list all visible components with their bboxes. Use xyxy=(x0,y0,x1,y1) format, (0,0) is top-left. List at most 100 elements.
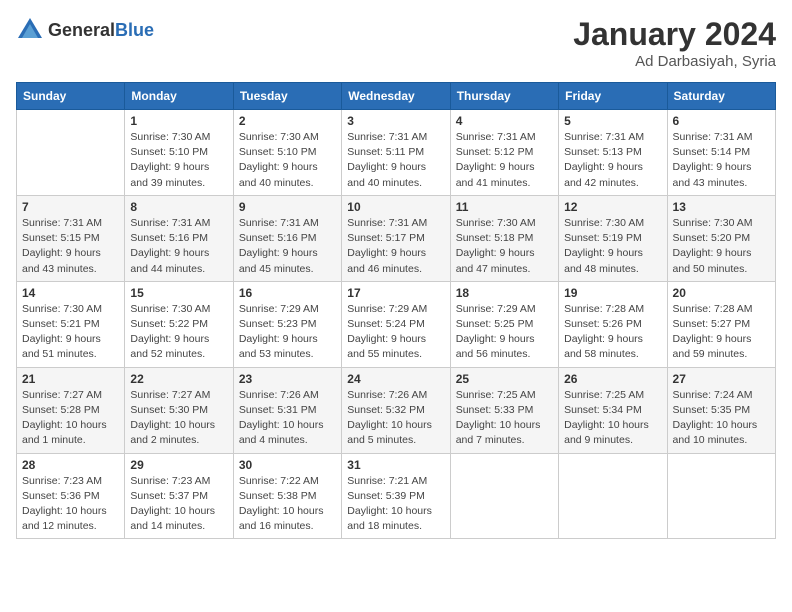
day-number: 24 xyxy=(347,372,444,386)
calendar-cell: 4 Sunrise: 7:31 AM Sunset: 5:12 PM Daylig… xyxy=(450,110,558,196)
month-title: January 2024 xyxy=(573,16,776,53)
calendar-cell xyxy=(17,110,125,196)
calendar-day-header: Sunday xyxy=(17,83,125,110)
calendar-cell: 6 Sunrise: 7:31 AM Sunset: 5:14 PM Daylig… xyxy=(667,110,775,196)
calendar-table: SundayMondayTuesdayWednesdayThursdayFrid… xyxy=(16,82,776,539)
calendar-cell: 8Sunrise: 7:31 AM Sunset: 5:16 PM Daylig… xyxy=(125,195,233,281)
calendar-cell: 27Sunrise: 7:24 AM Sunset: 5:35 PM Dayli… xyxy=(667,367,775,453)
day-info: Sunrise: 7:31 AM Sunset: 5:12 PM Dayligh… xyxy=(456,130,553,191)
day-info: Sunrise: 7:29 AM Sunset: 5:25 PM Dayligh… xyxy=(456,302,553,363)
day-number: 7 xyxy=(22,200,119,214)
day-number: 26 xyxy=(564,372,661,386)
calendar-body: 1Sunrise: 7:30 AM Sunset: 5:10 PM Daylig… xyxy=(17,110,776,539)
calendar-cell: 15Sunrise: 7:30 AM Sunset: 5:22 PM Dayli… xyxy=(125,281,233,367)
logo-text-blue: Blue xyxy=(115,20,154,40)
day-info: Sunrise: 7:30 AM Sunset: 5:21 PM Dayligh… xyxy=(22,302,119,363)
calendar-day-header: Tuesday xyxy=(233,83,341,110)
calendar-cell: 2 Sunrise: 7:30 AM Sunset: 5:10 PM Daylig… xyxy=(233,110,341,196)
calendar-day-header: Saturday xyxy=(667,83,775,110)
calendar-cell xyxy=(667,453,775,539)
day-number: 13 xyxy=(673,200,770,214)
calendar-cell: 19 Sunrise: 7:28 AM Sunset: 5:26 PM Dayli… xyxy=(559,281,667,367)
calendar-day-header: Friday xyxy=(559,83,667,110)
day-number: 19 xyxy=(564,286,661,300)
calendar-cell: 31 Sunrise: 7:21 AM Sunset: 5:39 PM Dayli… xyxy=(342,453,450,539)
day-info: Sunrise: 7:27 AM Sunset: 5:28 PM Dayligh… xyxy=(22,388,119,449)
day-info: Sunrise: 7:28 AM Sunset: 5:26 PM Dayligh… xyxy=(564,302,661,363)
calendar-cell: 1Sunrise: 7:30 AM Sunset: 5:10 PM Daylig… xyxy=(125,110,233,196)
day-number: 21 xyxy=(22,372,119,386)
day-number: 31 xyxy=(347,458,444,472)
calendar-cell: 13Sunrise: 7:30 AM Sunset: 5:20 PM Dayli… xyxy=(667,195,775,281)
day-number: 10 xyxy=(347,200,444,214)
day-info: Sunrise: 7:31 AM Sunset: 5:14 PM Dayligh… xyxy=(673,130,770,191)
calendar-cell: 9 Sunrise: 7:31 AM Sunset: 5:16 PM Daylig… xyxy=(233,195,341,281)
day-number: 4 xyxy=(456,114,553,128)
day-info: Sunrise: 7:22 AM Sunset: 5:38 PM Dayligh… xyxy=(239,474,336,535)
calendar-cell: 10Sunrise: 7:31 AM Sunset: 5:17 PM Dayli… xyxy=(342,195,450,281)
calendar-cell: 12 Sunrise: 7:30 AM Sunset: 5:19 PM Dayli… xyxy=(559,195,667,281)
calendar-week-row: 1Sunrise: 7:30 AM Sunset: 5:10 PM Daylig… xyxy=(17,110,776,196)
calendar-day-header: Wednesday xyxy=(342,83,450,110)
day-info: Sunrise: 7:26 AM Sunset: 5:31 PM Dayligh… xyxy=(239,388,336,449)
calendar-cell: 23 Sunrise: 7:26 AM Sunset: 5:31 PM Dayli… xyxy=(233,367,341,453)
day-number: 6 xyxy=(673,114,770,128)
calendar-cell: 17Sunrise: 7:29 AM Sunset: 5:24 PM Dayli… xyxy=(342,281,450,367)
calendar-cell: 5Sunrise: 7:31 AM Sunset: 5:13 PM Daylig… xyxy=(559,110,667,196)
calendar-cell: 7 Sunrise: 7:31 AM Sunset: 5:15 PM Daylig… xyxy=(17,195,125,281)
day-number: 2 xyxy=(239,114,336,128)
day-number: 25 xyxy=(456,372,553,386)
calendar-day-header: Thursday xyxy=(450,83,558,110)
day-info: Sunrise: 7:23 AM Sunset: 5:37 PM Dayligh… xyxy=(130,474,227,535)
day-number: 30 xyxy=(239,458,336,472)
logo-icon xyxy=(16,16,44,44)
day-info: Sunrise: 7:30 AM Sunset: 5:10 PM Dayligh… xyxy=(239,130,336,191)
day-info: Sunrise: 7:31 AM Sunset: 5:13 PM Dayligh… xyxy=(564,130,661,191)
calendar-cell: 22Sunrise: 7:27 AM Sunset: 5:30 PM Dayli… xyxy=(125,367,233,453)
day-info: Sunrise: 7:30 AM Sunset: 5:10 PM Dayligh… xyxy=(130,130,227,191)
calendar-cell: 25Sunrise: 7:25 AM Sunset: 5:33 PM Dayli… xyxy=(450,367,558,453)
calendar-cell: 18 Sunrise: 7:29 AM Sunset: 5:25 PM Dayli… xyxy=(450,281,558,367)
day-info: Sunrise: 7:31 AM Sunset: 5:16 PM Dayligh… xyxy=(239,216,336,277)
calendar-cell: 21 Sunrise: 7:27 AM Sunset: 5:28 PM Dayli… xyxy=(17,367,125,453)
calendar-cell xyxy=(559,453,667,539)
day-info: Sunrise: 7:31 AM Sunset: 5:15 PM Dayligh… xyxy=(22,216,119,277)
calendar-cell: 14Sunrise: 7:30 AM Sunset: 5:21 PM Dayli… xyxy=(17,281,125,367)
day-info: Sunrise: 7:26 AM Sunset: 5:32 PM Dayligh… xyxy=(347,388,444,449)
calendar-cell: 3Sunrise: 7:31 AM Sunset: 5:11 PM Daylig… xyxy=(342,110,450,196)
day-info: Sunrise: 7:21 AM Sunset: 5:39 PM Dayligh… xyxy=(347,474,444,535)
day-info: Sunrise: 7:30 AM Sunset: 5:18 PM Dayligh… xyxy=(456,216,553,277)
day-number: 11 xyxy=(456,200,553,214)
day-number: 8 xyxy=(130,200,227,214)
location-title: Ad Darbasiyah, Syria xyxy=(573,53,776,70)
page-header: GeneralBlue January 2024 Ad Darbasiyah, … xyxy=(16,16,776,70)
calendar-week-row: 7 Sunrise: 7:31 AM Sunset: 5:15 PM Daylig… xyxy=(17,195,776,281)
day-number: 18 xyxy=(456,286,553,300)
logo: GeneralBlue xyxy=(16,16,154,44)
calendar-cell: 20Sunrise: 7:28 AM Sunset: 5:27 PM Dayli… xyxy=(667,281,775,367)
logo-text-general: General xyxy=(48,20,115,40)
calendar-cell: 28 Sunrise: 7:23 AM Sunset: 5:36 PM Dayli… xyxy=(17,453,125,539)
day-info: Sunrise: 7:23 AM Sunset: 5:36 PM Dayligh… xyxy=(22,474,119,535)
day-info: Sunrise: 7:30 AM Sunset: 5:19 PM Dayligh… xyxy=(564,216,661,277)
day-number: 28 xyxy=(22,458,119,472)
day-info: Sunrise: 7:31 AM Sunset: 5:11 PM Dayligh… xyxy=(347,130,444,191)
calendar-cell: 16Sunrise: 7:29 AM Sunset: 5:23 PM Dayli… xyxy=(233,281,341,367)
day-info: Sunrise: 7:29 AM Sunset: 5:23 PM Dayligh… xyxy=(239,302,336,363)
calendar-cell: 30 Sunrise: 7:22 AM Sunset: 5:38 PM Dayli… xyxy=(233,453,341,539)
day-number: 22 xyxy=(130,372,227,386)
calendar-header-row: SundayMondayTuesdayWednesdayThursdayFrid… xyxy=(17,83,776,110)
calendar-cell: 24 Sunrise: 7:26 AM Sunset: 5:32 PM Dayli… xyxy=(342,367,450,453)
calendar-week-row: 28 Sunrise: 7:23 AM Sunset: 5:36 PM Dayli… xyxy=(17,453,776,539)
calendar-cell: 29Sunrise: 7:23 AM Sunset: 5:37 PM Dayli… xyxy=(125,453,233,539)
day-number: 12 xyxy=(564,200,661,214)
calendar-week-row: 21 Sunrise: 7:27 AM Sunset: 5:28 PM Dayli… xyxy=(17,367,776,453)
day-number: 20 xyxy=(673,286,770,300)
day-info: Sunrise: 7:29 AM Sunset: 5:24 PM Dayligh… xyxy=(347,302,444,363)
day-number: 23 xyxy=(239,372,336,386)
calendar-cell: 11 Sunrise: 7:30 AM Sunset: 5:18 PM Dayli… xyxy=(450,195,558,281)
calendar-cell: 26Sunrise: 7:25 AM Sunset: 5:34 PM Dayli… xyxy=(559,367,667,453)
day-info: Sunrise: 7:30 AM Sunset: 5:22 PM Dayligh… xyxy=(130,302,227,363)
day-number: 9 xyxy=(239,200,336,214)
calendar-week-row: 14Sunrise: 7:30 AM Sunset: 5:21 PM Dayli… xyxy=(17,281,776,367)
